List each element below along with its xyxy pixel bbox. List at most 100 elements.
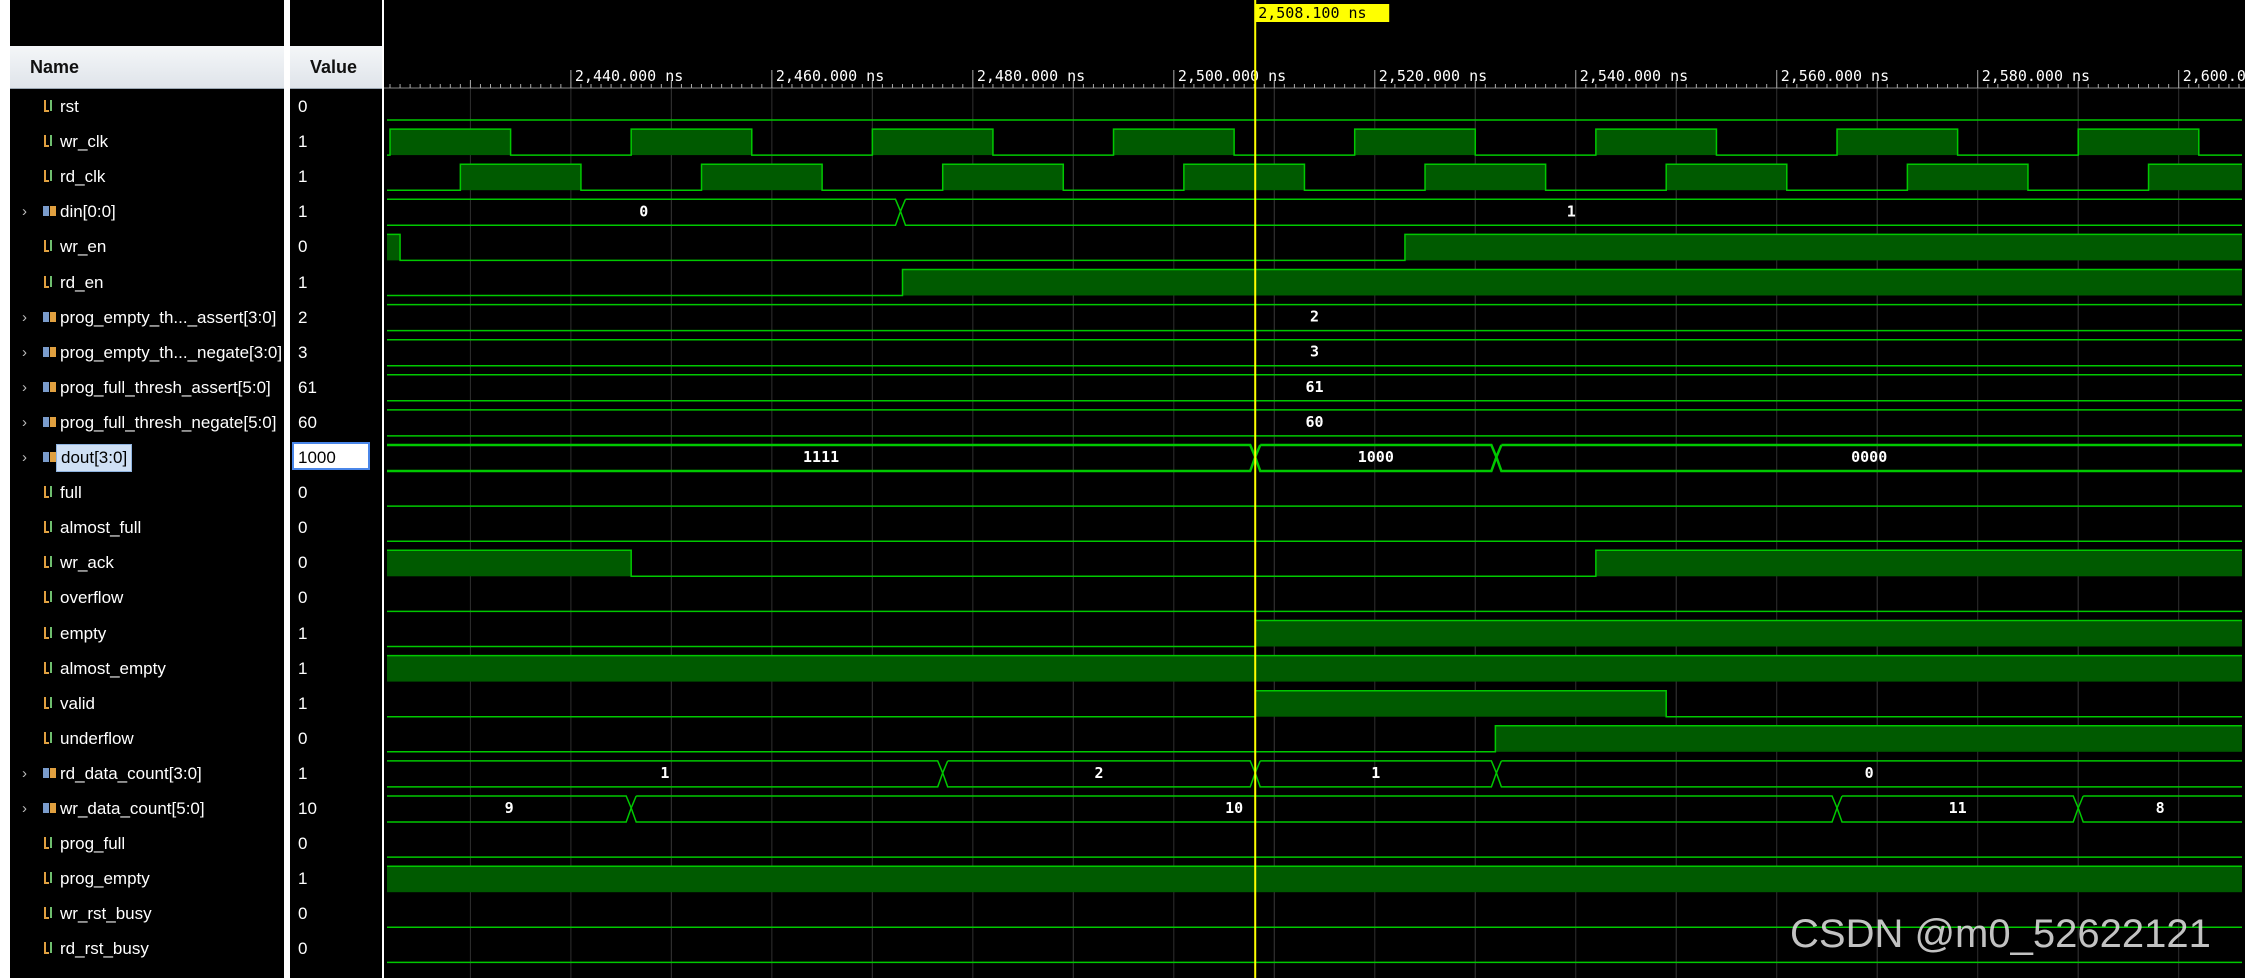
wave-high-fill: [1183, 164, 1305, 191]
wave-high-fill: [2148, 164, 2242, 191]
signal-value[interactable]: 1: [290, 686, 382, 721]
signal-value[interactable]: 1: [290, 124, 382, 159]
wave-high-fill: [1425, 164, 1546, 191]
expand-chevron-icon[interactable]: ›: [22, 405, 27, 440]
signal-row-name[interactable]: overflow: [10, 580, 284, 615]
expand-chevron-icon[interactable]: ›: [22, 194, 27, 229]
signal-value[interactable]: 1: [290, 616, 382, 651]
signal-row-name[interactable]: rd_clk: [10, 159, 284, 194]
signal-value-text: 0: [298, 483, 308, 503]
bus-signal-icon: [42, 765, 58, 781]
signal-value-text: 2: [298, 307, 308, 327]
wave-high-fill: [1404, 234, 2242, 261]
expand-chevron-icon[interactable]: ›: [22, 335, 27, 370]
signal-value[interactable]: 3: [290, 335, 382, 370]
signal-value[interactable]: 1: [290, 194, 382, 229]
signal-name: prog_full_thresh_negate[5:0]: [60, 412, 277, 432]
signal-row-name[interactable]: › prog_full_thresh_negate[5:0]: [10, 405, 284, 440]
signal-row-name[interactable]: full: [10, 475, 284, 510]
signal-value[interactable]: 1: [290, 651, 382, 686]
signal-row-name[interactable]: wr_rst_busy: [10, 896, 284, 931]
wave-high-fill: [387, 234, 401, 261]
bus-value-label: 10: [1225, 799, 1243, 817]
signal-value[interactable]: 0: [290, 826, 382, 861]
signal-row-name[interactable]: empty: [10, 616, 284, 651]
signal-row-name[interactable]: › din[0:0]: [10, 194, 284, 229]
wave-high-fill: [1595, 550, 2242, 577]
waveform-canvas[interactable]: 2,440.000 ns 2,460.000 ns 2,480.000 ns 2,50…: [384, 0, 2245, 978]
signal-row-name[interactable]: › wr_data_count[5:0]: [10, 791, 284, 826]
bit-signal-icon: [42, 98, 58, 114]
signal-row-name[interactable]: › rd_data_count[3:0]: [10, 756, 284, 791]
signal-value[interactable]: 60: [290, 405, 382, 440]
signal-row-name[interactable]: › prog_full_thresh_assert[5:0]: [10, 370, 284, 405]
name-column-header[interactable]: Name: [10, 46, 284, 89]
signal-value[interactable]: 1: [290, 265, 382, 300]
expand-chevron-icon[interactable]: ›: [22, 300, 27, 335]
signal-row-name[interactable]: wr_en: [10, 229, 284, 264]
signal-name: din[0:0]: [60, 202, 116, 222]
signal-row-name[interactable]: wr_clk: [10, 124, 284, 159]
signal-value[interactable]: 1000: [290, 440, 382, 475]
wave-high-fill: [387, 866, 2242, 893]
bit-signal-icon: [42, 238, 58, 254]
wave-high-fill: [460, 164, 581, 191]
signal-name: rd_data_count[3:0]: [60, 763, 202, 783]
expand-chevron-icon[interactable]: ›: [22, 440, 27, 475]
expand-chevron-icon[interactable]: ›: [22, 791, 27, 826]
wave-high-fill: [872, 129, 993, 156]
signal-value[interactable]: 2: [290, 300, 382, 335]
bit-signal-icon: [42, 274, 58, 290]
signal-value[interactable]: 61: [290, 370, 382, 405]
signal-name: rd_clk: [60, 167, 106, 187]
signal-name: underflow: [60, 728, 134, 748]
signal-value[interactable]: 10: [290, 791, 382, 826]
signal-name: empty: [60, 623, 107, 643]
signal-value[interactable]: 0: [290, 229, 382, 264]
wave-high-fill: [1354, 129, 1476, 156]
signal-value[interactable]: 0: [290, 896, 382, 931]
signal-value-text: 1: [298, 202, 308, 222]
signal-row-name[interactable]: rd_en: [10, 265, 284, 300]
signal-value-text: 1: [298, 763, 308, 783]
signal-row-name[interactable]: › prog_empty_th..._negate[3:0]: [10, 335, 284, 370]
signal-value[interactable]: 1: [290, 756, 382, 791]
bus-signal-icon: [42, 344, 58, 360]
bus-value-label: 1: [1371, 764, 1380, 782]
signal-value-text: 0: [298, 939, 308, 959]
signal-value[interactable]: 0: [290, 721, 382, 756]
signal-row-name[interactable]: underflow: [10, 721, 284, 756]
signal-value-text: 0: [298, 518, 308, 538]
signal-row-name[interactable]: rd_rst_busy: [10, 931, 284, 966]
value-column-header[interactable]: Value: [290, 46, 382, 89]
expand-chevron-icon[interactable]: ›: [22, 756, 27, 791]
signal-value[interactable]: 0: [290, 89, 382, 124]
signal-value[interactable]: 1: [290, 861, 382, 896]
signal-name: prog_empty_th..._negate[3:0]: [60, 342, 283, 362]
signal-row-name[interactable]: rst: [10, 89, 284, 124]
signal-value[interactable]: 0: [290, 580, 382, 615]
bus-signal-icon: [42, 414, 58, 430]
signal-value[interactable]: 0: [290, 931, 382, 966]
signal-row-name[interactable]: valid: [10, 686, 284, 721]
signal-row-name[interactable]: almost_full: [10, 510, 284, 545]
bus-signal-icon: [42, 203, 58, 219]
signal-row-name[interactable]: almost_empty: [10, 651, 284, 686]
signal-value[interactable]: 1: [290, 159, 382, 194]
signal-row-name[interactable]: wr_ack: [10, 545, 284, 580]
signal-row-name[interactable]: › dout[3:0]: [10, 440, 284, 475]
wave-high-fill: [631, 129, 752, 156]
signal-value[interactable]: 0: [290, 510, 382, 545]
bit-signal-icon: [42, 554, 58, 570]
signal-name: dout[3:0]: [56, 444, 133, 472]
signal-name: prog_full: [60, 834, 126, 854]
signal-row-name[interactable]: prog_full: [10, 826, 284, 861]
wave-high-fill: [942, 164, 1064, 191]
signal-row-name[interactable]: prog_empty: [10, 861, 284, 896]
signal-value[interactable]: 0: [290, 545, 382, 580]
signal-row-name[interactable]: › prog_empty_th..._assert[3:0]: [10, 300, 284, 335]
wave-high-fill: [1595, 129, 1717, 156]
bit-signal-icon: [42, 133, 58, 149]
signal-value[interactable]: 0: [290, 475, 382, 510]
expand-chevron-icon[interactable]: ›: [22, 370, 27, 405]
